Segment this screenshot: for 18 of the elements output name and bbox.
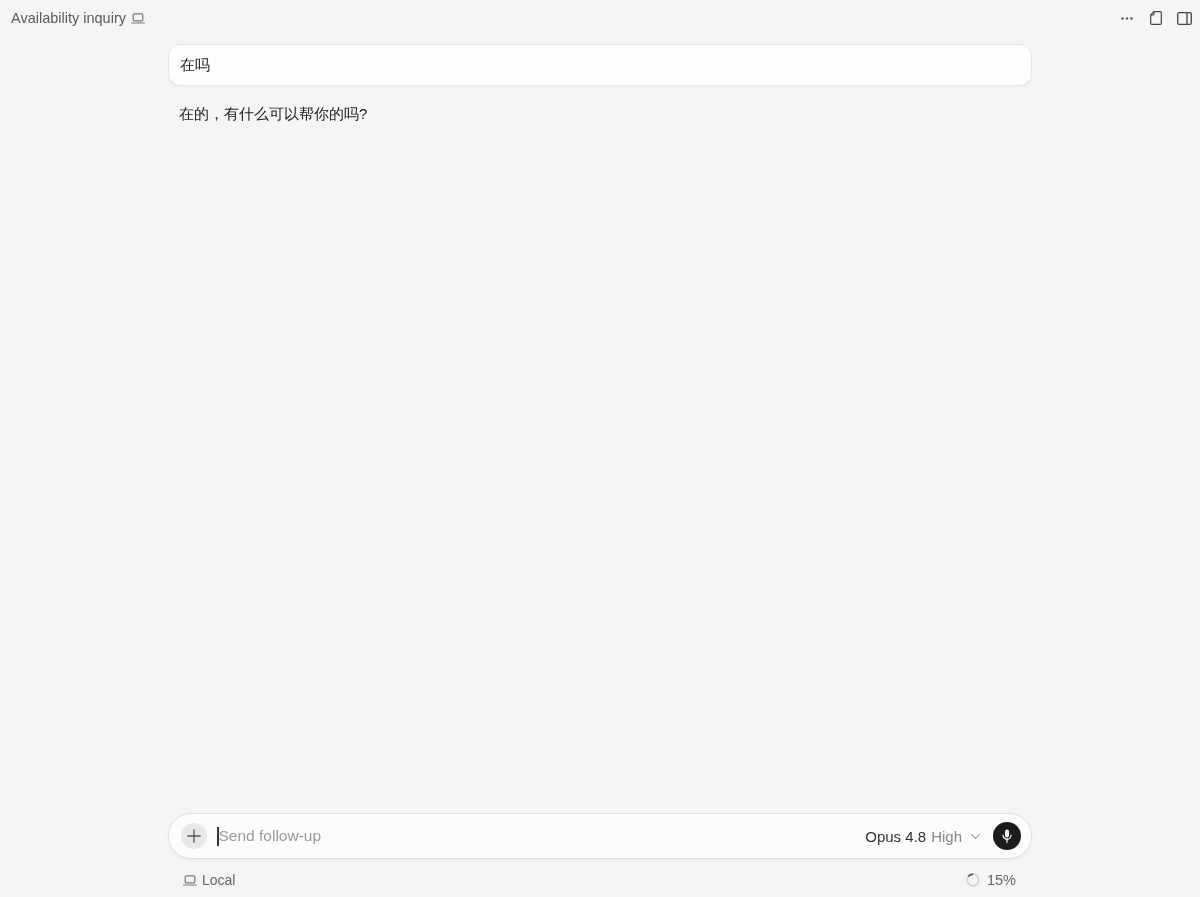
user-message: 在吗 (168, 44, 1032, 86)
chevron-down-icon (971, 833, 980, 839)
message-input[interactable]: Send follow-up (218, 827, 866, 845)
document-icon[interactable] (1150, 11, 1162, 25)
plus-icon (187, 829, 201, 843)
window-title: Availability inquiry (11, 10, 126, 26)
microphone-icon (1002, 829, 1012, 843)
more-icon[interactable] (1121, 16, 1133, 20)
model-selector[interactable]: Opus 4.8 High (865, 827, 980, 845)
laptop-icon (183, 874, 197, 886)
sidebar-toggle-icon[interactable] (1177, 11, 1192, 25)
assistant-message: 在的，有什么可以帮你的吗? (179, 104, 368, 124)
environment-button[interactable]: Local (183, 872, 236, 888)
microphone-button[interactable] (993, 822, 1021, 850)
add-button[interactable] (181, 823, 207, 849)
laptop-icon (131, 12, 145, 24)
usage-reading: 15% (986, 872, 1016, 888)
message-composer[interactable]: Send follow-up Opus 4.8 High (168, 813, 1032, 859)
